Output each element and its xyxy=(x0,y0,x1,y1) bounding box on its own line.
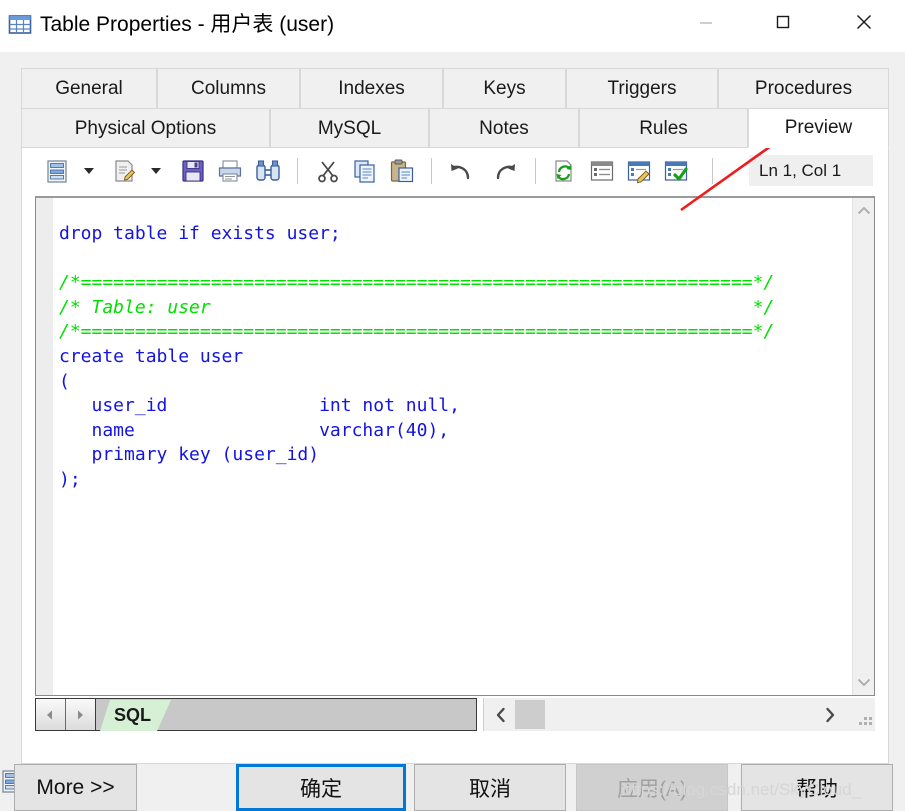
ok-button[interactable]: 确定 xyxy=(236,764,406,811)
code-line: create table user xyxy=(59,345,244,367)
tab-label: Preview xyxy=(784,117,853,138)
vertical-scrollbar[interactable] xyxy=(852,198,874,695)
editor-gutter xyxy=(36,198,53,695)
tab-label: Columns xyxy=(191,77,266,99)
code-line: ); xyxy=(59,468,81,490)
tab-rules[interactable]: Rules xyxy=(579,108,748,148)
minimize-icon[interactable] xyxy=(678,0,733,44)
ok-button-label: 确定 xyxy=(300,777,342,801)
tab-label: Indexes xyxy=(338,77,405,99)
code-line: /* Table: user */ xyxy=(59,296,775,318)
preview-tab-page: Ln 1, Col 1 drop table if exists user; /… xyxy=(21,147,889,764)
status-text: Ln 1, Col 1 xyxy=(759,160,842,180)
resize-grip-icon[interactable] xyxy=(856,713,872,729)
chevron-down-icon[interactable] xyxy=(146,155,166,187)
tab-mysql[interactable]: MySQL xyxy=(270,108,429,148)
window-pencil-icon[interactable] xyxy=(623,155,655,187)
tab-preview[interactable]: Preview xyxy=(748,108,889,148)
copy-icon[interactable] xyxy=(349,155,381,187)
sql-code-text[interactable]: drop table if exists user; /*===========… xyxy=(53,216,852,677)
title-bar: Table Properties - 用户表 (user) xyxy=(0,0,905,52)
edit-document-icon[interactable] xyxy=(109,155,141,187)
table-icon xyxy=(8,13,32,37)
tab-triggers[interactable]: Triggers xyxy=(566,68,718,108)
cancel-button[interactable]: 取消 xyxy=(414,764,566,811)
tab-physical-options[interactable]: Physical Options xyxy=(21,108,270,148)
code-line: /*======================================… xyxy=(59,321,775,343)
clipboard-paste-icon[interactable] xyxy=(386,155,418,187)
tab-label: Notes xyxy=(479,117,529,139)
code-line: primary key (user_id) xyxy=(59,444,320,466)
next-arrow-icon[interactable] xyxy=(65,699,95,730)
more-button-label: More >> xyxy=(36,775,115,799)
tab-label: Physical Options xyxy=(74,117,217,139)
prev-arrow-icon[interactable] xyxy=(36,699,66,730)
scroll-right-icon[interactable] xyxy=(813,698,847,731)
scroll-left-icon[interactable] xyxy=(484,698,518,731)
sql-editor[interactable]: drop table if exists user; /*===========… xyxy=(35,196,875,696)
undo-arrow-icon[interactable] xyxy=(445,155,477,187)
redo-arrow-icon[interactable] xyxy=(489,155,521,187)
editor-toolbar: Ln 1, Col 1 xyxy=(22,148,888,193)
sheet-tabs-area: SQL xyxy=(96,698,477,731)
window-list-icon[interactable] xyxy=(586,155,618,187)
scissors-icon[interactable] xyxy=(312,155,344,187)
sheet-tab-bar: SQL xyxy=(35,698,875,731)
binoculars-icon[interactable] xyxy=(251,155,285,187)
tab-strip: General Columns Indexes Keys Triggers Pr… xyxy=(21,68,889,148)
tab-row-1: General Columns Indexes Keys Triggers Pr… xyxy=(21,68,889,108)
code-line: user_id int not null, xyxy=(59,395,460,417)
window-check-icon[interactable] xyxy=(660,155,692,187)
more-button[interactable]: More >> xyxy=(14,764,137,811)
tab-label: MySQL xyxy=(317,117,382,139)
maximize-icon[interactable] xyxy=(755,0,810,44)
tab-label: Rules xyxy=(639,117,688,139)
sheet-tab-sql[interactable]: SQL xyxy=(100,700,171,731)
code-line: ( xyxy=(59,370,70,392)
tab-label: General xyxy=(55,77,123,99)
code-line: /*======================================… xyxy=(59,272,775,294)
chevron-up-icon[interactable] xyxy=(853,198,875,224)
code-line: name varchar(40), xyxy=(59,419,450,441)
sheet-nav-buttons xyxy=(35,698,96,731)
tab-keys[interactable]: Keys xyxy=(443,68,566,108)
tab-indexes[interactable]: Indexes xyxy=(300,68,443,108)
code-line: drop table if exists user; xyxy=(59,223,341,244)
printer-icon[interactable] xyxy=(214,155,246,187)
chevron-down-icon[interactable] xyxy=(79,155,99,187)
chevron-down-icon[interactable] xyxy=(853,669,875,695)
tab-label: Keys xyxy=(483,77,526,99)
horizontal-scrollbar[interactable] xyxy=(483,698,875,731)
tab-columns[interactable]: Columns xyxy=(157,68,300,108)
watermark: https://blog.csdn.net/SkyCloud_ xyxy=(622,780,862,799)
tab-label: Triggers xyxy=(607,77,677,99)
hscroll-thumb[interactable] xyxy=(515,700,545,729)
tab-row-2: Physical Options MySQL Notes Rules Previ… xyxy=(21,108,889,148)
cancel-button-label: 取消 xyxy=(469,777,511,801)
tab-notes[interactable]: Notes xyxy=(429,108,579,148)
sheet-tab-label: SQL xyxy=(114,705,152,725)
dialog-body: General Columns Indexes Keys Triggers Pr… xyxy=(0,52,905,811)
report-icon[interactable] xyxy=(42,155,74,187)
floppy-disk-icon[interactable] xyxy=(177,155,209,187)
tab-procedures[interactable]: Procedures xyxy=(718,68,889,108)
tab-general[interactable]: General xyxy=(21,68,157,108)
tab-label: Procedures xyxy=(754,77,853,99)
close-icon[interactable] xyxy=(836,0,891,44)
window-title: Table Properties - 用户表 (user) xyxy=(40,13,335,36)
cursor-position-status: Ln 1, Col 1 xyxy=(749,155,873,186)
refresh-page-icon[interactable] xyxy=(549,155,581,187)
